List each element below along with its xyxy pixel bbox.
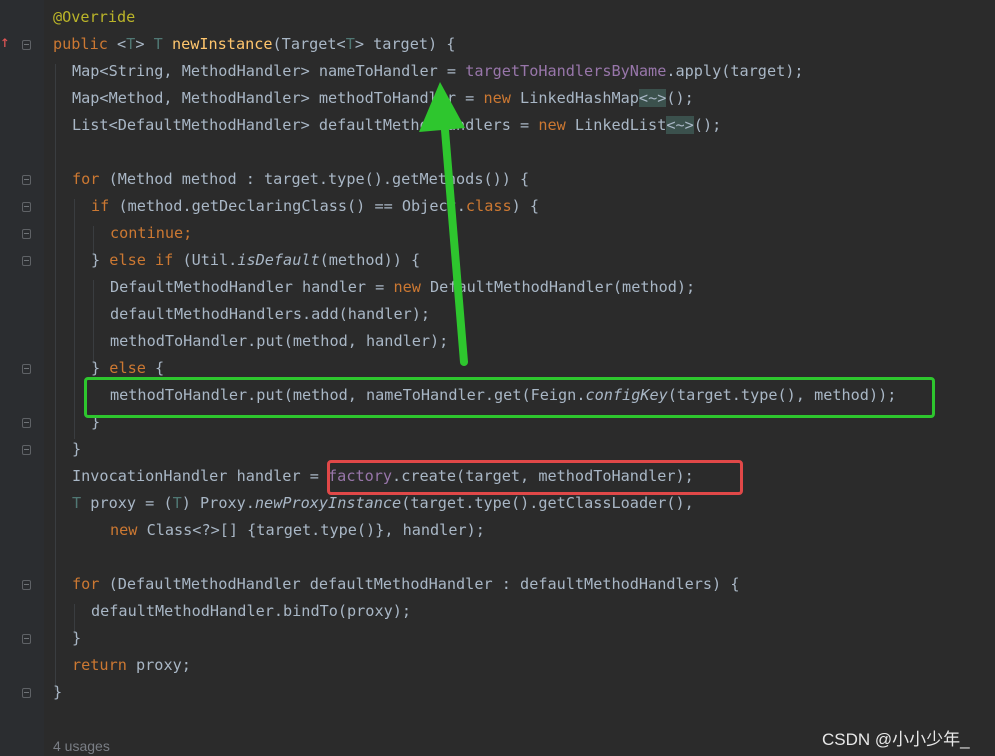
code-token: LinkedHashMap <box>510 89 639 107</box>
type-param-token: T <box>172 494 182 512</box>
keyword-token: public <box>53 35 118 53</box>
static-method-token: newProxyInstance <box>254 494 402 512</box>
code-token: methodToHandler.put(method, handler); <box>110 332 449 350</box>
fold-toggle-icon[interactable] <box>22 580 31 590</box>
indent-guide <box>74 199 75 439</box>
code-token: < <box>117 35 127 53</box>
keyword-token: else <box>109 359 146 377</box>
method-name-token: newInstance <box>171 35 273 53</box>
code-line-name-to-handler[interactable]: Map<String, MethodHandler> nameToHandler… <box>72 58 804 85</box>
code-token: } <box>53 683 63 701</box>
green-highlight-box <box>84 377 935 418</box>
code-token: Map<String, MethodHandler> nameToHandler… <box>72 62 466 80</box>
keyword-token: continue; <box>110 224 193 242</box>
code-token: } <box>91 251 110 269</box>
code-line-for-methods[interactable]: for (Method method : target.type().getMe… <box>72 166 529 193</box>
field-token: targetToHandlersByName <box>465 62 667 80</box>
code-token: > <box>135 35 154 53</box>
keyword-token: else if <box>109 251 174 269</box>
code-token: LinkedList <box>565 116 667 134</box>
code-line-if-object-class[interactable]: if (method.getDeclaringClass() == Object… <box>91 193 539 220</box>
code-token: { <box>145 359 165 377</box>
fold-toggle-icon[interactable] <box>22 364 31 374</box>
code-token: (Method method : target.type().getMethod… <box>99 170 530 188</box>
keyword-token: for <box>72 575 100 593</box>
fold-toggle-icon[interactable] <box>22 40 31 50</box>
code-line-bind-to[interactable]: defaultMethodHandler.bindTo(proxy); <box>91 598 411 625</box>
fold-toggle-icon[interactable] <box>22 256 31 266</box>
code-line-else-if-default[interactable]: } else if (Util.isDefault(method)) { <box>91 247 420 274</box>
code-token: (Target< <box>272 35 346 53</box>
keyword-token: new <box>538 116 566 134</box>
fold-toggle-icon[interactable] <box>22 634 31 644</box>
code-line-continue[interactable]: continue; <box>110 220 192 247</box>
code-token: Map<Method, MethodHandler> methodToHandl… <box>72 89 484 107</box>
code-token: List<DefaultMethodHandler> defaultMethod… <box>72 116 539 134</box>
type-param-token: T <box>345 35 355 53</box>
code-token: (); <box>666 89 694 107</box>
code-token: (target.type().getClassLoader(), <box>401 494 694 512</box>
code-line-default-handlers[interactable]: List<DefaultMethodHandler> defaultMethod… <box>72 112 721 139</box>
code-token: Class<?>[] {target.type()}, handler); <box>137 521 485 539</box>
keyword-token: for <box>72 170 100 188</box>
code-token: proxy = ( <box>81 494 173 512</box>
code-line-new-default-handler[interactable]: DefaultMethodHandler handler = new Defau… <box>110 274 695 301</box>
code-line-return[interactable]: return proxy; <box>72 652 191 679</box>
keyword-token: if <box>91 197 110 215</box>
code-token: (method)) { <box>319 251 421 269</box>
fold-toggle-icon[interactable] <box>22 175 31 185</box>
code-token: (method.getDeclaringClass() == Object. <box>109 197 466 215</box>
code-line-method-to-handler[interactable]: Map<Method, MethodHandler> methodToHandl… <box>72 85 694 112</box>
fold-toggle-icon[interactable] <box>22 445 31 455</box>
keyword-token: new <box>110 521 138 539</box>
code-line-override-annotation[interactable]: @Override <box>53 4 135 31</box>
watermark: CSDN @小小少年_ <box>822 730 970 749</box>
code-line-put-handler[interactable]: methodToHandler.put(method, handler); <box>110 328 448 355</box>
code-token: (); <box>693 116 722 134</box>
static-method-token: isDefault <box>237 251 320 269</box>
code-token: .apply(target); <box>666 62 804 80</box>
type-param-token: T <box>153 35 163 53</box>
usages-hint[interactable]: 4 usages <box>53 738 110 754</box>
fold-toggle-icon[interactable] <box>22 418 31 428</box>
code-token: DefaultMethodHandler handler = <box>110 278 394 296</box>
code-token: > target) { <box>354 35 456 53</box>
code-token: defaultMethodHandlers.add(handler); <box>110 305 431 323</box>
code-token: InvocationHandler handler = <box>72 467 329 485</box>
red-highlight-box <box>327 460 743 495</box>
keyword-token: new <box>393 278 421 296</box>
keyword-token: class <box>465 197 512 215</box>
code-token: } <box>72 629 82 647</box>
diamond-fold-token[interactable]: <~> <box>666 116 694 134</box>
fold-toggle-icon[interactable] <box>22 688 31 698</box>
code-token: proxy; <box>126 656 191 674</box>
code-line-add-handler[interactable]: defaultMethodHandlers.add(handler); <box>110 301 430 328</box>
keyword-token: new <box>483 89 511 107</box>
type-param-token: T <box>126 35 136 53</box>
code-line-new-class-array[interactable]: new Class<?>[] {target.type()}, handler)… <box>110 517 485 544</box>
code-token: } <box>72 440 82 458</box>
code-token: ) Proxy. <box>181 494 255 512</box>
annotation-token: @Override <box>53 8 136 26</box>
code-line-close-for[interactable]: } <box>72 436 81 463</box>
fold-toggle-icon[interactable] <box>22 202 31 212</box>
code-token: DefaultMethodHandler(method); <box>420 278 696 296</box>
code-token: (DefaultMethodHandler defaultMethodHandl… <box>99 575 740 593</box>
code-line-close-method[interactable]: } <box>53 679 62 706</box>
type-param-token: T <box>72 494 82 512</box>
code-line-close-for-2[interactable]: } <box>72 625 81 652</box>
code-token: ) { <box>511 197 540 215</box>
fold-toggle-icon[interactable] <box>22 229 31 239</box>
indent-guide <box>55 64 56 690</box>
code-token: (Util. <box>173 251 238 269</box>
code-token: } <box>91 359 110 377</box>
code-line-method-signature[interactable]: public <T> T newInstance(Target<T> targe… <box>53 31 455 58</box>
keyword-token: return <box>72 656 127 674</box>
code-token: defaultMethodHandler.bindTo(proxy); <box>91 602 412 620</box>
diamond-fold-token[interactable]: <~> <box>638 89 667 107</box>
indent-guide <box>93 280 94 364</box>
code-line-for-default-handlers[interactable]: for (DefaultMethodHandler defaultMethodH… <box>72 571 740 598</box>
implements-arrow-icon[interactable]: ↑ <box>0 34 10 50</box>
